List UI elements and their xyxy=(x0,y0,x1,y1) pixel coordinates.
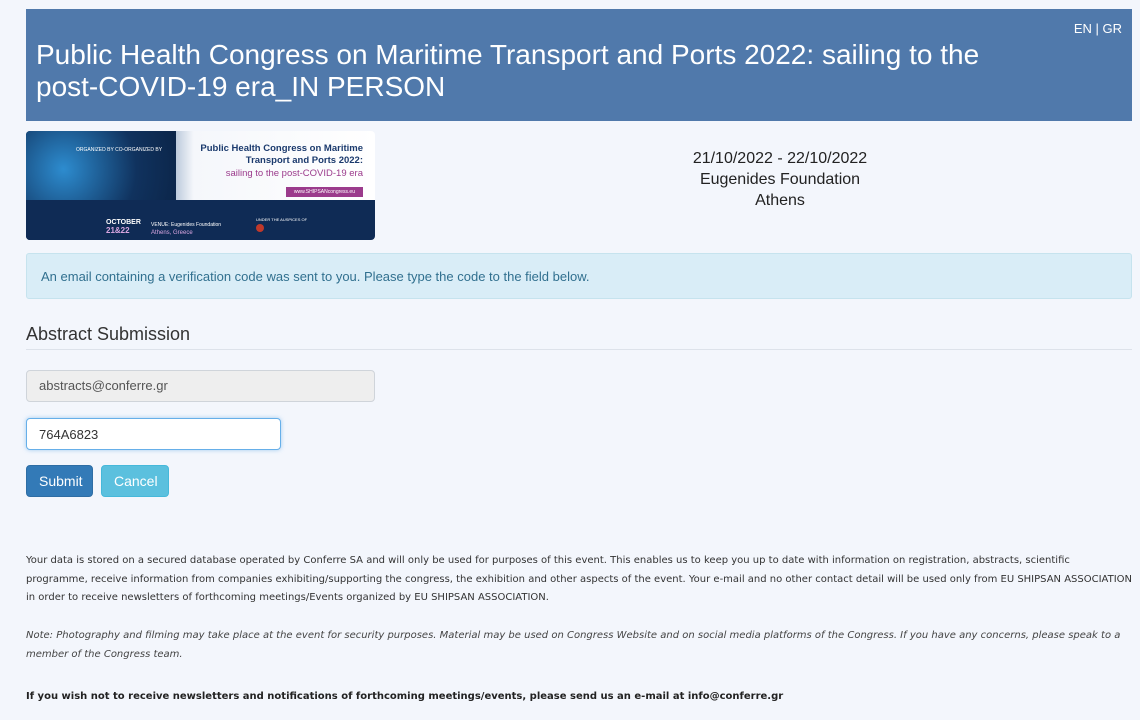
banner-organizers: ORGANIZED BY CO-ORGANIZED BY xyxy=(76,147,163,153)
email-field: abstracts@conferre.gr xyxy=(26,370,375,402)
language-switcher: EN | GR xyxy=(1074,21,1122,36)
banner-city: Athens, Greece xyxy=(151,230,193,236)
banner-days: 21&22 xyxy=(106,226,130,235)
event-venue: Eugenides Foundation xyxy=(699,171,861,188)
lang-separator: | xyxy=(1091,21,1103,36)
banner-url: www.SHIPSANcongress.eu xyxy=(285,187,363,197)
event-dates: 21/10/2022 - 22/10/2022 xyxy=(692,150,868,167)
banner-venue: VENUE: Eugenides Foundation xyxy=(151,222,222,228)
unsubscribe-notice: If you wish not to receive newsletters a… xyxy=(26,691,784,702)
privacy-notice: Your data is stored on a secured databas… xyxy=(26,555,1133,603)
banner-footer-strip xyxy=(26,200,375,240)
congress-banner-image: ORGANIZED BY CO-ORGANIZED BY Public Heal… xyxy=(26,131,375,240)
banner-month: OCTOBER xyxy=(106,219,141,226)
cancel-button[interactable]: Cancel xyxy=(101,465,169,497)
submit-button[interactable]: Submit xyxy=(26,465,93,497)
lang-gr-link[interactable]: GR xyxy=(1103,21,1123,36)
banner-title: Public Health Congress on Maritime Trans… xyxy=(200,143,363,166)
page-header: Public Health Congress on Maritime Trans… xyxy=(26,9,1132,121)
page-title: Public Health Congress on Maritime Trans… xyxy=(36,39,980,102)
verification-code-input[interactable] xyxy=(26,418,281,450)
event-city: Athens xyxy=(755,192,805,209)
photography-note: Note: Photography and filming may take p… xyxy=(26,630,1121,660)
section-divider xyxy=(26,349,1132,350)
university-logo-icon xyxy=(256,224,264,232)
banner-subtitle: sailing to the post-COVID-19 era xyxy=(225,168,363,179)
section-title: Abstract Submission xyxy=(26,324,191,344)
event-info: 21/10/2022 - 22/10/2022 Eugenides Founda… xyxy=(580,148,980,211)
lang-en-link[interactable]: EN xyxy=(1074,21,1092,36)
verification-alert: An email containing a verification code … xyxy=(26,253,1132,299)
banner-auspices: UNDER THE AUSPICES OF xyxy=(256,217,308,222)
